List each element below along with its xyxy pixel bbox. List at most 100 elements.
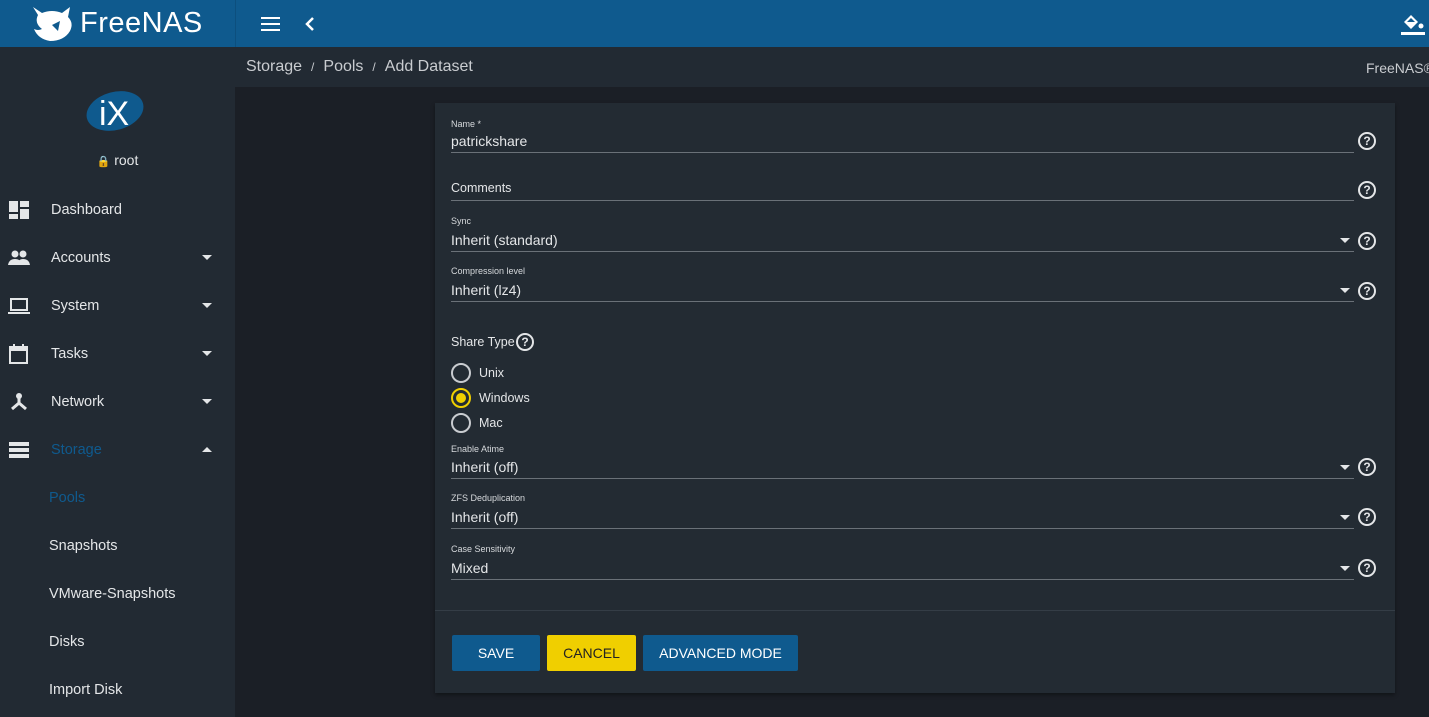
nav-label: Network	[51, 394, 105, 410]
caret-down-icon	[202, 351, 212, 356]
add-dataset-form: Name * patrickshare ? Comments ? Sync In…	[435, 103, 1395, 693]
nav-network[interactable]: Network	[0, 378, 235, 426]
help-icon[interactable]: ?	[1358, 282, 1376, 300]
nav-vmware-snapshots[interactable]: VMware-Snapshots	[0, 570, 235, 618]
atime-label: Enable Atime	[451, 444, 505, 454]
underline	[451, 200, 1354, 201]
help-icon[interactable]: ?	[1358, 458, 1376, 476]
user-label: 🔒 root	[0, 152, 235, 168]
help-icon[interactable]: ?	[1358, 559, 1376, 577]
dropdown-arrow-icon	[1340, 288, 1350, 293]
radio-circle	[451, 363, 471, 383]
case-value: Mixed	[451, 560, 489, 576]
chevron-left-icon	[305, 17, 314, 31]
share-type-mac-radio[interactable]: Mac	[451, 413, 503, 433]
nav-label: System	[51, 298, 100, 314]
nav-label: Tasks	[51, 346, 89, 362]
atime-value: Inherit (off)	[451, 459, 519, 475]
logo-text: FreeNAS	[80, 6, 203, 39]
nav-snapshots[interactable]: Snapshots	[0, 522, 235, 570]
nav-label: Disks	[49, 634, 85, 650]
radio-label: Unix	[479, 366, 505, 380]
theme-button[interactable]	[1400, 10, 1426, 41]
sidebar: iX 🔒 root Dashboard Accounts System Task…	[0, 47, 235, 717]
share-type-unix-radio[interactable]: Unix	[451, 363, 504, 383]
nav-label: Pools	[49, 490, 86, 506]
breadcrumb: Storage / Pools / Add Dataset	[246, 58, 473, 76]
name-input[interactable]: patrickshare	[451, 133, 1331, 149]
sync-value: Inherit (standard)	[451, 232, 558, 248]
nav-dashboard[interactable]: Dashboard	[0, 186, 235, 234]
calendar-icon	[9, 344, 28, 364]
brand-label: FreeNAS®	[1366, 60, 1429, 76]
cancel-button[interactable]: CANCEL	[547, 635, 636, 671]
help-icon[interactable]: ?	[1358, 132, 1376, 150]
caret-up-icon	[202, 447, 212, 452]
comments-input[interactable]: Comments	[451, 181, 1331, 195]
help-icon[interactable]: ?	[1358, 181, 1376, 199]
radio-circle-checked	[451, 388, 471, 408]
collapse-sidebar-button[interactable]	[303, 13, 317, 40]
save-button[interactable]: SAVE	[452, 635, 540, 671]
share-type-windows-radio[interactable]: Windows	[451, 388, 530, 408]
radio-label: Mac	[479, 416, 503, 430]
dropdown-arrow-icon	[1340, 566, 1350, 571]
svg-text:iX: iX	[99, 95, 129, 133]
nav-label: Dashboard	[51, 202, 122, 218]
ix-logo-icon: iX	[86, 91, 144, 133]
share-type-label: Share Type	[451, 335, 515, 349]
nav-storage[interactable]: Storage	[0, 426, 235, 474]
dedup-value: Inherit (off)	[451, 509, 519, 525]
freenas-logo[interactable]: FreeNAS	[30, 3, 203, 43]
nav-tasks[interactable]: Tasks	[0, 330, 235, 378]
underline	[451, 251, 1354, 252]
nav-pools[interactable]: Pools	[0, 474, 235, 522]
username: root	[114, 152, 139, 168]
underline	[451, 301, 1354, 302]
compression-value: Inherit (lz4)	[451, 282, 522, 298]
radio-label: Windows	[479, 391, 530, 405]
underline	[451, 579, 1354, 580]
caret-down-icon	[202, 399, 212, 404]
advanced-mode-button[interactable]: ADVANCED MODE	[643, 635, 798, 671]
sync-label: Sync	[451, 216, 472, 226]
storage-icon	[9, 442, 29, 458]
dropdown-arrow-icon	[1340, 515, 1350, 520]
dedup-label: ZFS Deduplication	[451, 493, 526, 503]
nav-label: Snapshots	[49, 538, 118, 554]
network-icon	[11, 393, 27, 411]
divider	[235, 0, 236, 47]
top-bar: FreeNAS	[0, 0, 1429, 47]
breadcrumb-pools[interactable]: Pools	[323, 58, 363, 75]
nav-label: VMware-Snapshots	[49, 586, 176, 602]
nav-import-disk[interactable]: Import Disk	[0, 666, 235, 714]
help-icon[interactable]: ?	[516, 333, 534, 351]
breadcrumb-current: Add Dataset	[384, 58, 473, 75]
breadcrumb-bar: Storage / Pools / Add Dataset FreeNAS®	[235, 47, 1429, 87]
underline	[451, 152, 1354, 153]
underline	[451, 478, 1354, 479]
menu-toggle-button[interactable]	[260, 13, 282, 35]
nav-system[interactable]: System	[0, 282, 235, 330]
breadcrumb-separator: /	[372, 60, 376, 74]
underline	[451, 528, 1354, 529]
laptop-icon	[8, 298, 30, 314]
dropdown-arrow-icon	[1340, 465, 1350, 470]
help-icon[interactable]: ?	[1358, 508, 1376, 526]
ix-logo: iX	[86, 89, 146, 138]
help-icon[interactable]: ?	[1358, 232, 1376, 250]
nav-label: Accounts	[51, 250, 111, 266]
caret-down-icon	[202, 303, 212, 308]
paint-bucket-icon	[1401, 15, 1425, 35]
nav-label: Storage	[51, 442, 102, 458]
name-label: Name *	[451, 119, 482, 129]
breadcrumb-storage[interactable]: Storage	[246, 58, 302, 75]
caret-down-icon	[202, 255, 212, 260]
nav-disks[interactable]: Disks	[0, 618, 235, 666]
dashboard-icon	[9, 201, 29, 219]
people-icon	[8, 250, 30, 265]
shark-logo-icon	[33, 7, 72, 41]
case-label: Case Sensitivity	[451, 544, 516, 554]
radio-circle	[451, 413, 471, 433]
nav-accounts[interactable]: Accounts	[0, 234, 235, 282]
